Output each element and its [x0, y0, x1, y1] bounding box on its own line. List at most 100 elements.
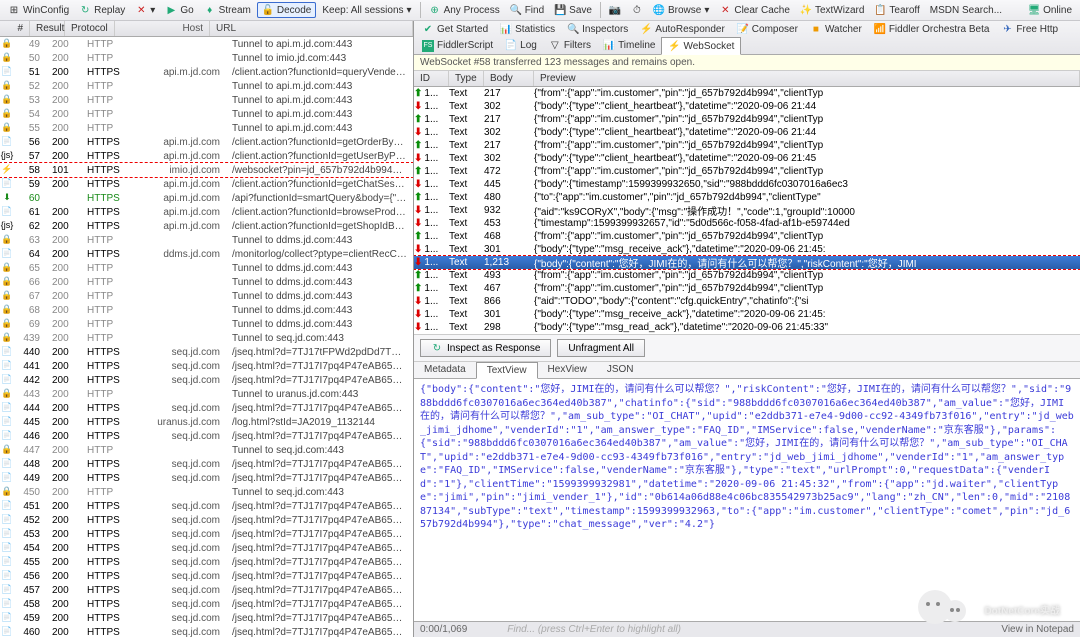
col-id[interactable]: ID	[414, 71, 449, 86]
session-row[interactable]: 📄452200HTTPSseq.jd.com/jseq.html?d=7TJ17…	[0, 513, 413, 527]
session-row[interactable]: 🔒66200HTTPTunnel to ddms.jd.com:443	[0, 275, 413, 289]
tab-composer[interactable]: 📝Composer	[731, 21, 804, 37]
replay-button[interactable]: ↻Replay	[75, 2, 129, 18]
frame-row[interactable]: ⬆1...Text468{"from":{"app":"im.customer"…	[414, 230, 1080, 243]
session-row[interactable]: 🔒450200HTTPTunnel to seq.jd.com:443	[0, 485, 413, 499]
col-result[interactable]: Result	[30, 21, 65, 36]
anyprocess-button[interactable]: ⊕Any Process	[425, 2, 504, 18]
session-row[interactable]: 📄460200HTTPSseq.jd.com/jseq.html?d=7TJ17…	[0, 625, 413, 637]
session-row[interactable]: 🔒63200HTTPTunnel to ddms.jd.com:443	[0, 233, 413, 247]
session-row[interactable]: 🔒50200HTTPTunnel to imio.jd.com:443	[0, 51, 413, 65]
session-row[interactable]: 📄441200HTTPSseq.jd.com/jseq.html?d=7TJ17…	[0, 359, 413, 373]
decode-button[interactable]: 🔓Decode	[257, 2, 316, 18]
frame-row[interactable]: ⬇1...Text932{"aid":"ks9CORyX","body":{"m…	[414, 204, 1080, 217]
frame-row[interactable]: ⬆1...Text493{"from":{"app":"im.customer"…	[414, 269, 1080, 282]
session-row[interactable]: 📄455200HTTPSseq.jd.com/jseq.html?d=7TJ17…	[0, 555, 413, 569]
save-button[interactable]: 💾Save	[550, 2, 596, 18]
stream-button[interactable]: ♦Stream	[200, 2, 255, 18]
session-row[interactable]: 📄446200HTTPSseq.jd.com/jseq.html?d=7TJ17…	[0, 429, 413, 443]
frame-row[interactable]: ⬇1...Text453{"timestamp":1599399932657,"…	[414, 217, 1080, 230]
session-row[interactable]: ⬇60HTTPSapi.m.jd.com/api?functionId=smar…	[0, 191, 413, 205]
subtab-hexview[interactable]: HexView	[538, 362, 597, 378]
session-row[interactable]: {js}57200HTTPSapi.m.jd.com/client.action…	[0, 149, 413, 163]
tab-fiddlerscript[interactable]: FSFiddlerScript	[416, 37, 499, 54]
session-row[interactable]: 🔒52200HTTPTunnel to api.m.jd.com:443	[0, 79, 413, 93]
session-row[interactable]: 🔒439200HTTPTunnel to seq.jd.com:443	[0, 331, 413, 345]
raw-text-view[interactable]: {"body":{"content":"您好，JIMI在的，请问有什么可以帮您？…	[414, 379, 1080, 621]
camera-button[interactable]: 📷	[605, 2, 625, 18]
session-row[interactable]: 🔒54200HTTPTunnel to api.m.jd.com:443	[0, 107, 413, 121]
session-row[interactable]: 📄444200HTTPSseq.jd.com/jseq.html?d=7TJ17…	[0, 401, 413, 415]
go-button[interactable]: ▶Go	[161, 2, 197, 18]
session-row[interactable]: 📄451200HTTPSseq.jd.com/jseq.html?d=7TJ17…	[0, 499, 413, 513]
subtab-json[interactable]: JSON	[597, 362, 644, 378]
session-row[interactable]: 🔒68200HTTPTunnel to ddms.jd.com:443	[0, 303, 413, 317]
col-num[interactable]: #	[0, 21, 30, 36]
browse-button[interactable]: 🌐Browse ▾	[649, 2, 713, 18]
textwizard-button[interactable]: ✨TextWizard	[796, 2, 868, 18]
frame-row[interactable]: ⬇1...Text302{"body":{"type":"client_hear…	[414, 152, 1080, 165]
frame-row[interactable]: ⬇1...Text445{"body":{"timestamp":1599399…	[414, 178, 1080, 191]
tab-websocket[interactable]: ⚡WebSocket	[661, 37, 741, 55]
frame-row[interactable]: ⬇1...Text301{"body":{"type":"msg_receive…	[414, 308, 1080, 321]
tab-getstarted[interactable]: ✔Get Started	[416, 21, 494, 37]
session-row[interactable]: 📄454200HTTPSseq.jd.com/jseq.html?d=7TJ17…	[0, 541, 413, 555]
tab-orchestra[interactable]: 📶Fiddler Orchestra Beta	[868, 21, 996, 37]
frame-row[interactable]: ⬆1...Text217{"from":{"app":"im.customer"…	[414, 113, 1080, 126]
find-button[interactable]: 🔍Find	[506, 2, 548, 18]
session-row[interactable]: 🔒69200HTTPTunnel to ddms.jd.com:443	[0, 317, 413, 331]
session-row[interactable]: 🔒55200HTTPTunnel to api.m.jd.com:443	[0, 121, 413, 135]
session-row[interactable]: 📄453200HTTPSseq.jd.com/jseq.html?d=7TJ17…	[0, 527, 413, 541]
unfragment-button[interactable]: Unfragment All	[557, 339, 645, 357]
remove-button[interactable]: ✕▾	[131, 2, 159, 18]
session-row[interactable]: 📄458200HTTPSseq.jd.com/jseq.html?d=7TJ17…	[0, 597, 413, 611]
session-row[interactable]: 📄56200HTTPSapi.m.jd.com/client.action?fu…	[0, 135, 413, 149]
session-row[interactable]: 📄59200HTTPSapi.m.jd.com/client.action?fu…	[0, 177, 413, 191]
find-box[interactable]: Find... (press Ctrl+Enter to highlight a…	[507, 624, 961, 635]
tab-freehttp[interactable]: ✈Free Http	[995, 21, 1064, 37]
tearoff-button[interactable]: 📋Tearoff	[870, 2, 923, 18]
timer-button[interactable]: ⏱	[627, 2, 647, 18]
online-button[interactable]: 🖥Online	[1024, 2, 1076, 18]
tab-watcher[interactable]: ■Watcher	[804, 21, 868, 37]
session-row[interactable]: 🔒53200HTTPTunnel to api.m.jd.com:443	[0, 93, 413, 107]
session-row[interactable]: 🔒67200HTTPTunnel to ddms.jd.com:443	[0, 289, 413, 303]
frame-row[interactable]: ⬇1...Text298{"body":{"type":"msg_read_ac…	[414, 321, 1080, 334]
session-row[interactable]: 📄457200HTTPSseq.jd.com/jseq.html?d=7TJ17…	[0, 583, 413, 597]
keep-dropdown[interactable]: Keep: All sessions ▾	[318, 3, 415, 18]
session-row[interactable]: 📄61200HTTPSapi.m.jd.com/client.action?fu…	[0, 205, 413, 219]
session-row[interactable]: 📄51200HTTPSapi.m.jd.com/client.action?fu…	[0, 65, 413, 79]
session-row[interactable]: 🔒65200HTTPTunnel to ddms.jd.com:443	[0, 261, 413, 275]
col-url[interactable]: URL	[210, 21, 413, 36]
session-row[interactable]: 🔒447200HTTPTunnel to seq.jd.com:443	[0, 443, 413, 457]
tab-inspectors[interactable]: 🔍Inspectors	[561, 21, 634, 37]
session-row[interactable]: 🔒49200HTTPTunnel to api.m.jd.com:443	[0, 37, 413, 51]
frame-row[interactable]: ⬆1...Text217{"from":{"app":"im.customer"…	[414, 139, 1080, 152]
col-type[interactable]: Type	[449, 71, 484, 86]
winconfig-button[interactable]: ⊞WinConfig	[4, 2, 73, 18]
session-row[interactable]: 📄445200HTTPSuranus.jd.com/log.html?stId=…	[0, 415, 413, 429]
frame-row[interactable]: ⬆1...Text472{"from":{"app":"im.customer"…	[414, 165, 1080, 178]
col-preview[interactable]: Preview	[534, 71, 1080, 86]
session-row[interactable]: 📄456200HTTPSseq.jd.com/jseq.html?d=7TJ17…	[0, 569, 413, 583]
frame-row[interactable]: ⬆1...Text467{"from":{"app":"im.customer"…	[414, 282, 1080, 295]
tab-timeline[interactable]: 📊Timeline	[597, 37, 661, 54]
session-row[interactable]: 📄449200HTTPSseq.jd.com/jseq.html?d=7TJ17…	[0, 471, 413, 485]
session-row[interactable]: 📄459200HTTPSseq.jd.com/jseq.html?d=7TJ17…	[0, 611, 413, 625]
msdn-search[interactable]: MSDN Search...	[926, 3, 1006, 18]
tab-filters[interactable]: ▽Filters	[543, 37, 597, 54]
session-row[interactable]: {js}62200HTTPSapi.m.jd.com/client.action…	[0, 219, 413, 233]
col-body[interactable]: Body	[484, 71, 534, 86]
clearcache-button[interactable]: ✕Clear Cache	[715, 2, 794, 18]
session-row[interactable]: 📄442200HTTPSseq.jd.com/jseq.html?d=7TJ17…	[0, 373, 413, 387]
col-protocol[interactable]: Protocol	[65, 21, 115, 36]
col-host[interactable]: Host	[115, 21, 210, 36]
inspect-response-button[interactable]: ↻Inspect as Response	[420, 339, 551, 357]
session-row[interactable]: 📄448200HTTPSseq.jd.com/jseq.html?d=7TJ17…	[0, 457, 413, 471]
frame-row[interactable]: ⬆1...Text217{"from":{"app":"im.customer"…	[414, 87, 1080, 100]
frame-row[interactable]: ⬇1...Text302{"body":{"type":"client_hear…	[414, 126, 1080, 139]
tab-statistics[interactable]: 📊Statistics	[494, 21, 561, 37]
session-row[interactable]: 📄440200HTTPSseq.jd.com/jseq.html?d=7TJ17…	[0, 345, 413, 359]
tab-log[interactable]: 📄Log	[499, 37, 543, 54]
session-row[interactable]: 📄64200HTTPSddms.jd.com/monitorlog/collec…	[0, 247, 413, 261]
